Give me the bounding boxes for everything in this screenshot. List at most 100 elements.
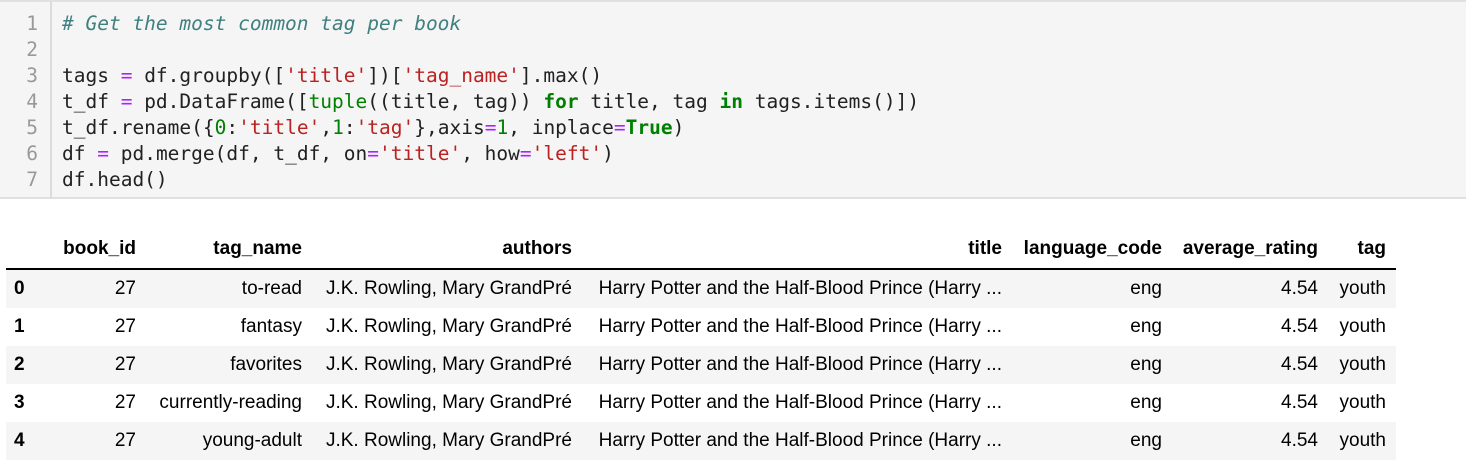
cell-tag: youth <box>1339 392 1386 413</box>
column-header-language-code: language_code <box>1012 230 1172 270</box>
code-token: : <box>226 116 239 139</box>
code-operator: = <box>367 142 380 165</box>
code-string: 'title' <box>285 64 368 87</box>
cell-tag-name: young-adult <box>202 430 302 451</box>
column-header-index <box>6 230 44 270</box>
cell-book-id: 27 <box>114 354 136 375</box>
line-number: 6 <box>26 142 38 165</box>
output-area: book_id tag_name authors title language_… <box>6 230 1396 460</box>
cell-tag-name: to-read <box>241 278 302 299</box>
cell-language-code: eng <box>1130 316 1162 337</box>
code-token: , how <box>461 142 520 165</box>
code-token: , <box>320 116 333 139</box>
cell-book-id: 27 <box>114 278 136 299</box>
cell-tag: youth <box>1339 278 1386 299</box>
code-token: tags.items()]) <box>742 90 920 113</box>
cell-authors: J.K. Rowling, Mary GrandPré <box>325 430 572 451</box>
code-operator: = <box>613 116 626 139</box>
code-operator: = <box>519 142 532 165</box>
cell-language-code: eng <box>1130 354 1162 375</box>
code-operator: = <box>120 90 133 113</box>
cell-title: Harry Potter and the Half-Blood Prince (… <box>598 278 1002 299</box>
row-index: 0 <box>14 278 25 299</box>
table-row: 4 27 young-adult J.K. Rowling, Mary Gran… <box>6 422 1396 460</box>
cell-authors: J.K. Rowling, Mary GrandPré <box>325 278 572 299</box>
line-number: 5 <box>26 116 38 139</box>
code-line-5[interactable]: t_df.rename({0:'title',1:'tag'},axis=1, … <box>62 115 684 141</box>
code-token: ) <box>672 116 685 139</box>
column-header-book-id: book_id <box>44 230 146 270</box>
code-token: title, tag <box>578 90 720 113</box>
cell-tag-name: favorites <box>230 354 302 375</box>
cell-authors: J.K. Rowling, Mary GrandPré <box>325 316 572 337</box>
code-string: 'left' <box>531 142 603 165</box>
line-number: 1 <box>26 12 38 35</box>
row-index: 4 <box>14 430 25 451</box>
code-token: t_df.rename({ <box>62 116 215 139</box>
table-row: 1 27 fantasy J.K. Rowling, Mary GrandPré… <box>6 308 1396 346</box>
code-token: df <box>62 142 98 165</box>
table-row: 3 27 currently-reading J.K. Rowling, Mar… <box>6 384 1396 422</box>
cell-book-id: 27 <box>114 392 136 413</box>
code-number: 1 <box>496 116 509 139</box>
column-header-tag: tag <box>1328 230 1396 270</box>
code-token: ].max() <box>519 64 603 87</box>
row-index: 1 <box>14 316 25 337</box>
table-row: 0 27 to-read J.K. Rowling, Mary GrandPré… <box>6 269 1396 308</box>
dataframe-table: book_id tag_name authors title language_… <box>6 230 1396 460</box>
cell-tag: youth <box>1339 354 1386 375</box>
code-token: ) <box>602 142 614 165</box>
cell-book-id: 27 <box>114 430 136 451</box>
code-line-3[interactable]: tags = df.groupby(['title'])['tag_name']… <box>62 63 602 89</box>
code-token: pd.merge(df, t_df, on <box>108 142 368 165</box>
cell-tag-name: fantasy <box>240 316 302 337</box>
code-string: 'tag_name' <box>402 64 520 87</box>
code-line-7[interactable]: df.head() <box>62 167 168 193</box>
row-index: 2 <box>14 354 25 375</box>
code-token: t_df <box>62 90 121 113</box>
code-token: pd.DataFrame([ <box>132 90 309 113</box>
column-header-title: title <box>582 230 1012 270</box>
code-line-4[interactable]: t_df = pd.DataFrame([tuple((title, tag))… <box>62 89 919 115</box>
code-operator: = <box>97 142 109 165</box>
cell-title: Harry Potter and the Half-Blood Prince (… <box>598 430 1002 451</box>
cell-book-id: 27 <box>114 316 136 337</box>
code-token: ])[ <box>367 64 403 87</box>
code-keyword: True <box>625 116 673 139</box>
cell-tag: youth <box>1339 316 1386 337</box>
cell-average-rating: 4.54 <box>1281 392 1318 413</box>
code-token: },axis <box>414 116 485 139</box>
code-token: df.groupby([ <box>132 64 286 87</box>
code-builtin: tuple <box>308 90 368 113</box>
code-operator: = <box>484 116 497 139</box>
cell-tag: youth <box>1339 430 1386 451</box>
cell-average-rating: 4.54 <box>1281 278 1318 299</box>
column-header-tag-name: tag_name <box>146 230 312 270</box>
table-row: 2 27 favorites J.K. Rowling, Mary GrandP… <box>6 346 1396 384</box>
cell-language-code: eng <box>1130 278 1162 299</box>
code-cell[interactable]: 1 2 3 4 5 6 7 # Get the most common tag … <box>0 0 1466 199</box>
code-string: 'tag' <box>355 116 415 139</box>
line-number: 4 <box>26 90 38 113</box>
code-line-6[interactable]: df = pd.merge(df, t_df, on='title', how=… <box>62 141 614 167</box>
cell-title: Harry Potter and the Half-Blood Prince (… <box>598 354 1002 375</box>
cell-authors: J.K. Rowling, Mary GrandPré <box>325 392 572 413</box>
line-number: 3 <box>26 64 38 87</box>
code-token: ((title, tag)) <box>367 90 544 113</box>
code-string: 'title' <box>379 142 462 165</box>
code-token: df.head() <box>62 168 168 191</box>
code-line-1[interactable]: # Get the most common tag per book <box>62 11 461 37</box>
code-comment: # Get the most common tag per book <box>62 12 462 35</box>
cell-authors: J.K. Rowling, Mary GrandPré <box>325 354 572 375</box>
column-header-average-rating: average_rating <box>1172 230 1328 270</box>
cell-average-rating: 4.54 <box>1281 354 1318 375</box>
cell-average-rating: 4.54 <box>1281 316 1318 337</box>
table-header-row: book_id tag_name authors title language_… <box>6 230 1396 270</box>
code-token: tags <box>62 64 121 87</box>
line-number: 7 <box>26 168 38 191</box>
code-string: 'title' <box>238 116 321 139</box>
cell-language-code: eng <box>1130 430 1162 451</box>
cell-language-code: eng <box>1130 392 1162 413</box>
row-index: 3 <box>14 392 25 413</box>
code-number: 1 <box>332 116 344 139</box>
